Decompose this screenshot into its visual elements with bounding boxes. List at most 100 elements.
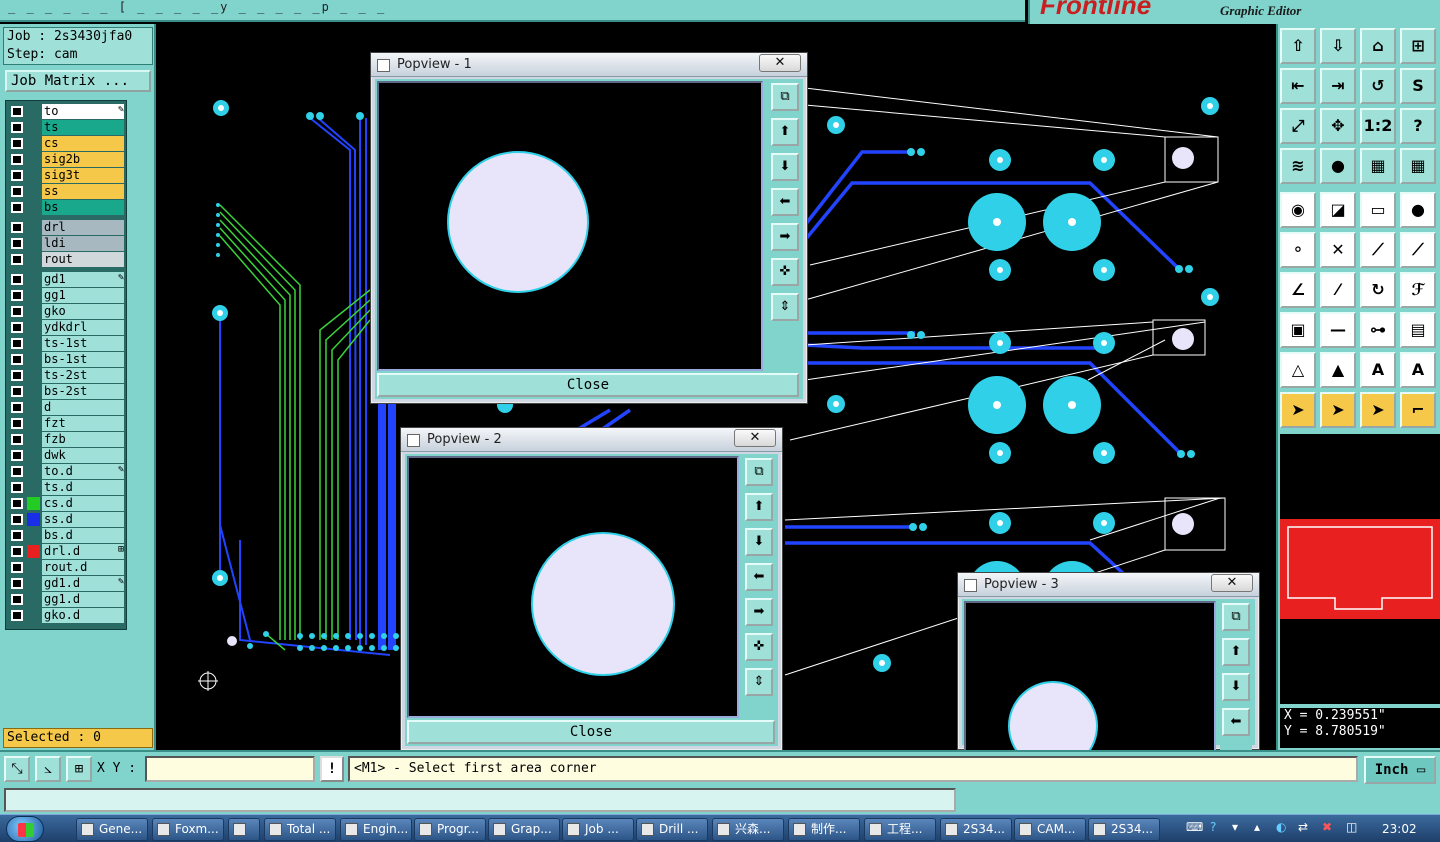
pan-right-icon[interactable]: ➡ bbox=[745, 598, 773, 626]
layer-row[interactable]: drl bbox=[8, 220, 126, 235]
layer-row[interactable]: ts bbox=[8, 120, 126, 135]
layer-row[interactable]: fzb bbox=[8, 432, 126, 447]
layer-checkbox[interactable] bbox=[11, 450, 23, 461]
taskbar-button[interactable]: Gene... bbox=[76, 818, 148, 841]
pan-up-icon[interactable]: ⬆ bbox=[745, 493, 773, 521]
layer-checkbox[interactable] bbox=[11, 338, 23, 349]
dot-icon[interactable]: ● bbox=[1400, 192, 1436, 228]
popview-1-titlebar[interactable]: Popview - 1 ✕ bbox=[371, 53, 807, 77]
step-icon[interactable]: ⌐ bbox=[1400, 392, 1436, 428]
triangle-blue-icon[interactable]: A bbox=[1400, 352, 1436, 388]
layer-row[interactable]: gg1 bbox=[8, 288, 126, 303]
taskbar-button[interactable]: Total ... bbox=[264, 818, 336, 841]
layer-row[interactable]: d bbox=[8, 400, 126, 415]
measure-icon[interactable]: ⦣ bbox=[35, 756, 61, 782]
scale-1-2-icon[interactable]: 1:2 bbox=[1360, 108, 1396, 144]
layer-checkbox[interactable] bbox=[11, 466, 23, 477]
popview-2-close-button[interactable]: Close bbox=[407, 720, 775, 744]
snap-icon[interactable]: ⤡ bbox=[4, 756, 30, 782]
layer-up-icon[interactable]: ⇧ bbox=[1280, 28, 1316, 64]
popview-1-viewport[interactable] bbox=[377, 81, 763, 371]
layer-row[interactable]: ydkdrl bbox=[8, 320, 126, 335]
layer-row[interactable]: ts.d bbox=[8, 480, 126, 495]
layer-row[interactable]: bs bbox=[8, 200, 126, 215]
taskbar-button[interactable]: Grap... bbox=[488, 818, 560, 841]
layer-checkbox[interactable] bbox=[11, 274, 23, 285]
taskbar-button[interactable]: Job ... bbox=[562, 818, 634, 841]
volume-icon[interactable]: ◫ bbox=[1346, 820, 1357, 834]
taskbar-button[interactable]: Engin... bbox=[340, 818, 412, 841]
zoom-out-icon[interactable]: ⇕ bbox=[771, 293, 799, 321]
help-tray-icon[interactable]: ? bbox=[1210, 820, 1216, 834]
popview-3-titlebar[interactable]: Popview - 3 ✕ bbox=[958, 573, 1259, 597]
taskbar-button[interactable] bbox=[228, 818, 260, 841]
pan-left-icon[interactable]: ⬅ bbox=[1222, 708, 1250, 736]
layer-checkbox[interactable] bbox=[11, 402, 23, 413]
layer-checkbox[interactable] bbox=[11, 562, 23, 573]
taskbar-button[interactable]: CAM... bbox=[1014, 818, 1086, 841]
layer-checkbox[interactable] bbox=[11, 610, 23, 621]
layer-checkbox[interactable] bbox=[11, 498, 23, 509]
dimension-icon[interactable]: ⊶ bbox=[1360, 312, 1396, 348]
layer-row[interactable]: dwk bbox=[8, 448, 126, 463]
zoom-fit-icon[interactable]: ⧉ bbox=[1222, 603, 1250, 631]
layer-row[interactable]: sig2b bbox=[8, 152, 126, 167]
layer-row[interactable]: gd1.d ✎ bbox=[8, 576, 126, 591]
layer-row[interactable]: cs bbox=[8, 136, 126, 151]
taskbar-button[interactable]: 工程... bbox=[864, 818, 936, 841]
arc-icon[interactable]: ↻ bbox=[1360, 272, 1396, 308]
layer-checkbox[interactable] bbox=[11, 530, 23, 541]
layer-row[interactable]: rout.d bbox=[8, 560, 126, 575]
browser-tray-icon[interactable]: ◐ bbox=[1276, 820, 1286, 834]
taskbar-button[interactable]: 兴森... bbox=[712, 818, 784, 841]
help-icon[interactable]: ? bbox=[1400, 108, 1436, 144]
layer-row[interactable]: drl.d ⊞ bbox=[8, 544, 126, 559]
interrupt-button[interactable]: ! bbox=[320, 756, 344, 782]
connect-icon[interactable]: ⚬ bbox=[1280, 232, 1316, 268]
triangle-red-icon[interactable]: A bbox=[1360, 352, 1396, 388]
layer-checkbox[interactable] bbox=[11, 514, 23, 525]
layer-row[interactable]: ss.d bbox=[8, 512, 126, 527]
layer-checkbox[interactable] bbox=[11, 138, 23, 149]
cross-icon[interactable]: ✕ bbox=[1320, 232, 1356, 268]
layer-row[interactable]: fzt bbox=[8, 416, 126, 431]
s-curve-icon[interactable]: S bbox=[1400, 68, 1436, 104]
layer-checkbox[interactable] bbox=[11, 594, 23, 605]
layer-checkbox[interactable] bbox=[11, 222, 23, 233]
layer-checkbox[interactable] bbox=[11, 122, 23, 133]
layer-checkbox[interactable] bbox=[11, 578, 23, 589]
graph-icon[interactable]: ▦ bbox=[1360, 148, 1396, 184]
popview-2-x-button[interactable]: ✕ bbox=[734, 429, 776, 447]
line-node-icon[interactable]: ⟋ bbox=[1360, 232, 1396, 268]
zoom-in-icon[interactable]: ✜ bbox=[771, 258, 799, 286]
navigator-view[interactable] bbox=[1280, 434, 1440, 704]
mirror-icon[interactable]: ↺ bbox=[1360, 68, 1396, 104]
layer-row[interactable]: bs-1st bbox=[8, 352, 126, 367]
layer-checkbox[interactable] bbox=[11, 418, 23, 429]
popview-1-close-button[interactable]: Close bbox=[377, 373, 799, 397]
cursor-circle-icon[interactable]: ➤ bbox=[1360, 392, 1396, 428]
layer-row[interactable]: gg1.d bbox=[8, 592, 126, 607]
layer-down-icon[interactable]: ⇩ bbox=[1320, 28, 1356, 64]
slash-icon[interactable]: ⁄ bbox=[1320, 272, 1356, 308]
layer-row[interactable]: sig3t bbox=[8, 168, 126, 183]
home-icon[interactable]: ⌂ bbox=[1360, 28, 1396, 64]
popview-1-x-button[interactable]: ✕ bbox=[759, 54, 801, 72]
layer-row[interactable]: rout bbox=[8, 252, 126, 267]
popview-3-x-button[interactable]: ✕ bbox=[1211, 574, 1253, 592]
layer-checkbox[interactable] bbox=[11, 386, 23, 397]
move-left-icon[interactable]: ⇤ bbox=[1280, 68, 1316, 104]
layer-row[interactable]: gko.d bbox=[8, 608, 126, 623]
angle-icon[interactable]: ∠ bbox=[1280, 272, 1316, 308]
layer-row[interactable]: ts-1st bbox=[8, 336, 126, 351]
layer-checkbox[interactable] bbox=[11, 354, 23, 365]
zoom-out-icon[interactable]: ⇕ bbox=[745, 668, 773, 696]
layer-checkbox[interactable] bbox=[11, 546, 23, 557]
zoom-in-icon[interactable]: ✜ bbox=[745, 633, 773, 661]
layer-checkbox[interactable] bbox=[11, 238, 23, 249]
diagonal-icon[interactable]: ◪ bbox=[1320, 192, 1356, 228]
layer-row[interactable]: bs.d bbox=[8, 528, 126, 543]
pan-left-icon[interactable]: ⬅ bbox=[745, 563, 773, 591]
layer-checkbox[interactable] bbox=[11, 106, 23, 117]
move-right-icon[interactable]: ⇥ bbox=[1320, 68, 1356, 104]
